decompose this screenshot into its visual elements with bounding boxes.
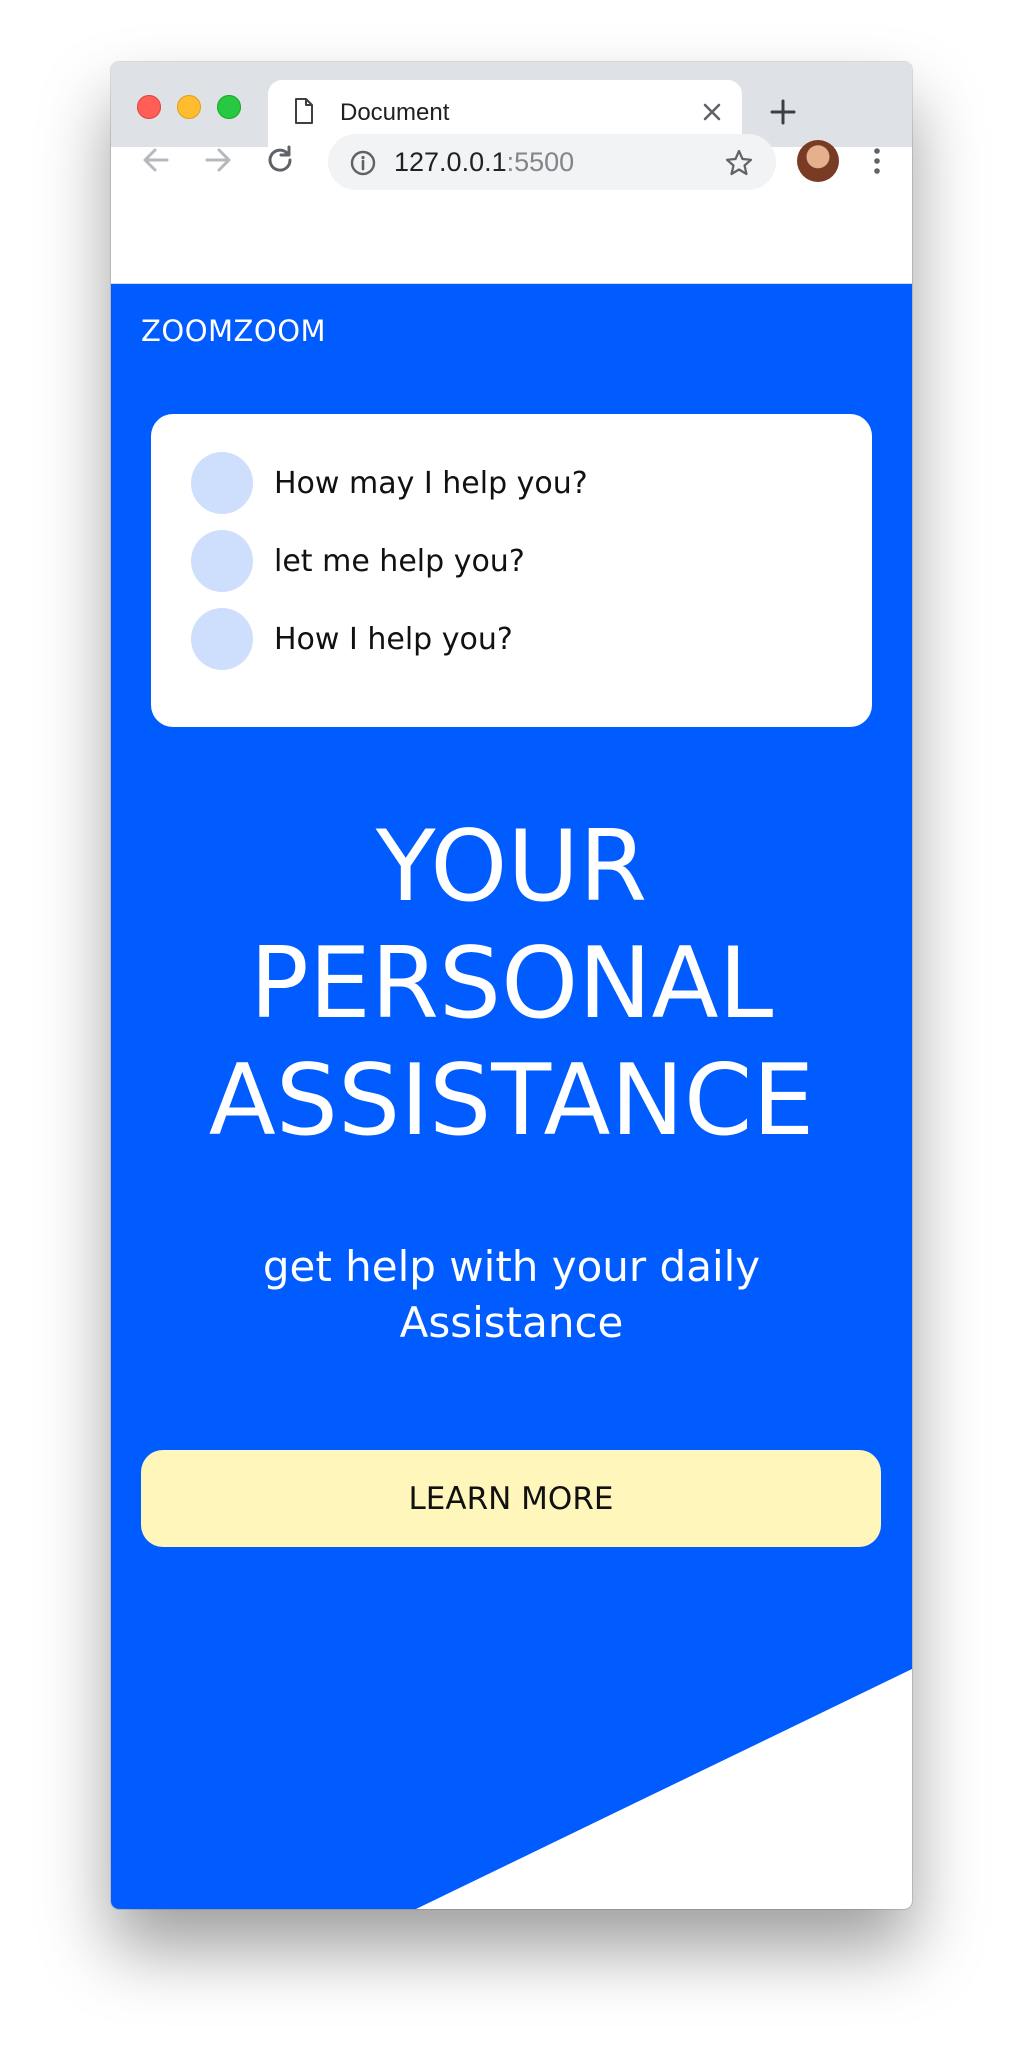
info-icon[interactable] — [350, 150, 376, 180]
suggestion-text: let me help you? — [274, 544, 525, 579]
browser-toolbar: 127.0.0.1:5500 — [111, 62, 912, 284]
hero-title-line: YOUR — [375, 810, 648, 924]
hero-subtitle-line: get help with your daily — [262, 1242, 761, 1291]
url-host: 127.0.0.1 — [394, 147, 507, 177]
url-text: 127.0.0.1:5500 — [394, 147, 574, 178]
menu-icon[interactable] — [871, 146, 883, 180]
suggestion-item[interactable]: let me help you? — [191, 530, 831, 592]
suggestion-dot — [191, 530, 253, 592]
hero-title-line: ASSISTANCE — [208, 1044, 815, 1158]
suggestion-item[interactable]: How may I help you? — [191, 452, 831, 514]
url-port: :5500 — [506, 147, 575, 177]
suggestion-text: How I help you? — [274, 622, 513, 657]
profile-avatar[interactable] — [797, 140, 839, 182]
back-icon[interactable] — [139, 143, 173, 181]
hero-subtitle-line: Assistance — [399, 1298, 624, 1347]
suggestions-card: How may I help you? let me help you? How… — [151, 414, 872, 727]
hero-title-line: PERSONAL — [249, 927, 774, 1041]
hero-subtitle: get help with your daily Assistance — [111, 1239, 912, 1351]
suggestion-text: How may I help you? — [274, 466, 588, 501]
brand-logo[interactable]: ZOOMZOOM — [141, 314, 326, 348]
hero-title: YOUR PERSONAL ASSISTANCE — [111, 809, 912, 1160]
address-bar[interactable]: 127.0.0.1:5500 — [328, 134, 776, 190]
page-content: ZOOMZOOM How may I help you? let me help… — [111, 284, 912, 1909]
browser-window: Document 127.0.0.1:5500 ZOOMZOOM How may… — [111, 62, 912, 1909]
learn-more-button[interactable]: LEARN MORE — [141, 1450, 881, 1547]
star-icon[interactable] — [724, 148, 754, 182]
suggestion-dot — [191, 452, 253, 514]
forward-icon[interactable] — [201, 143, 235, 181]
reload-icon[interactable] — [263, 143, 297, 181]
suggestion-dot — [191, 608, 253, 670]
suggestion-item[interactable]: How I help you? — [191, 608, 831, 670]
